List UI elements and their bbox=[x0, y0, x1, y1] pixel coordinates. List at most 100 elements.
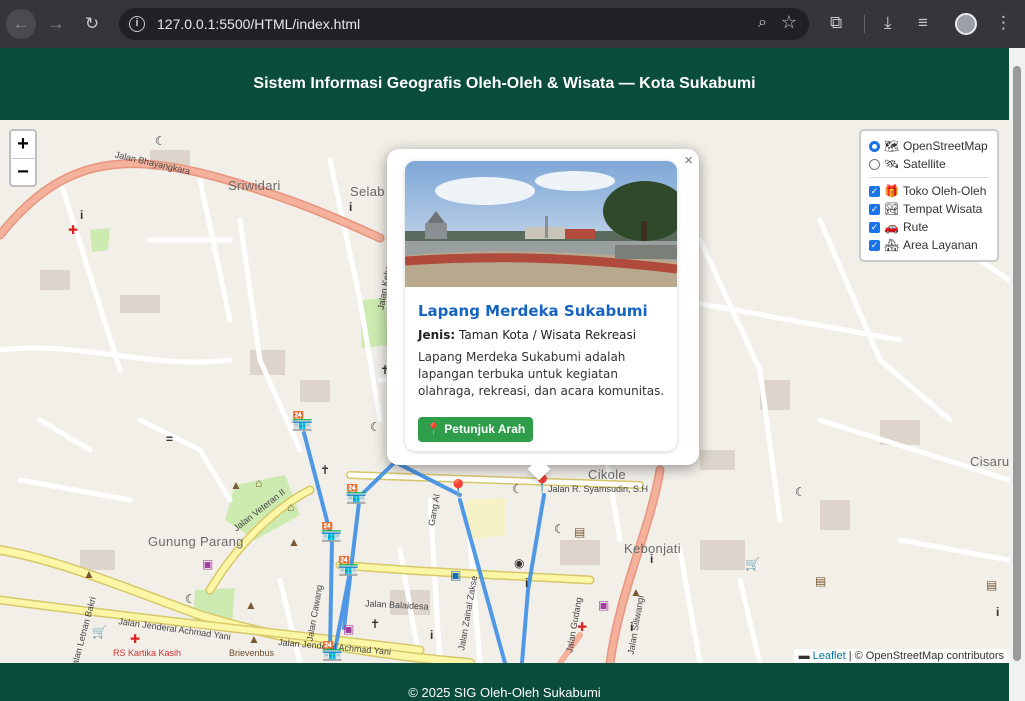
house-icon: 🏘 bbox=[884, 238, 900, 252]
zoom-control: + − bbox=[9, 129, 37, 187]
place-popup: × Lapang Merdeka Sukabumi Jenis: Taman K… bbox=[387, 149, 699, 481]
place-title: Lapang Merdeka Sukabumi bbox=[418, 302, 648, 320]
shop-icon: ▣ bbox=[343, 622, 355, 636]
map-label-selab: Selab bbox=[350, 184, 385, 199]
zoom-out-button[interactable]: − bbox=[11, 158, 35, 185]
map-label-brievenbus: Brievenbus bbox=[229, 648, 275, 658]
hospital-icon: ✚ bbox=[68, 223, 79, 237]
directions-button[interactable]: 📍 Petunjuk Arah bbox=[418, 417, 534, 442]
radio-satellite[interactable] bbox=[869, 158, 880, 170]
overlay-area[interactable]: ✓ 🏘 Area Layanan bbox=[869, 236, 989, 254]
base-layer-satellite[interactable]: 🛰 Satellite bbox=[869, 155, 989, 173]
info-icon: i bbox=[430, 628, 434, 642]
site-info-icon[interactable]: i bbox=[129, 16, 145, 32]
layer-label: Tempat Wisata bbox=[903, 202, 983, 216]
overlay-toko[interactable]: ✓ 🎁 Toko Oleh-Oleh bbox=[869, 182, 989, 200]
monument-icon: ▲ bbox=[245, 598, 257, 612]
osm-attribution: | © OpenStreetMap contributors bbox=[845, 650, 1004, 662]
info-icon: i bbox=[80, 208, 84, 222]
leaflet-link[interactable]: Leaflet bbox=[813, 650, 846, 662]
souvenir-shop-marker[interactable]: 🏪 bbox=[291, 412, 313, 430]
info-icon: i bbox=[650, 552, 654, 566]
overlay-wisata[interactable]: ✓ 🏞 Tempat Wisata bbox=[869, 200, 989, 218]
road-label-syamsudin: Jalan R. Syamsudin, S.H bbox=[548, 484, 649, 494]
checkbox-toko[interactable]: ✓ bbox=[869, 185, 880, 197]
shop-icon: ▣ bbox=[598, 598, 610, 612]
app-header: Sistem Informasi Geografis Oleh-Oleh & W… bbox=[0, 48, 1009, 120]
popup-close-button[interactable]: × bbox=[684, 152, 693, 169]
extensions-icon[interactable]: ⧉ bbox=[830, 13, 842, 33]
place-type: Jenis: Taman Kota / Wisata Rekreasi bbox=[418, 328, 636, 342]
map-label-gunung-parang: Gunung Parang bbox=[148, 534, 244, 549]
mosque-icon: ☾ bbox=[155, 134, 166, 148]
museum-icon: ⌂ bbox=[255, 476, 263, 490]
library-icon: ▤ bbox=[815, 574, 827, 588]
checkbox-rute[interactable]: ✓ bbox=[869, 221, 880, 233]
church-icon: ✝ bbox=[320, 463, 331, 477]
page-title: Sistem Informasi Geografis Oleh-Oleh & W… bbox=[253, 75, 756, 92]
bus-stop-icon: ▣ bbox=[450, 568, 462, 582]
map-icon: 🗺 bbox=[884, 139, 900, 153]
place-photo bbox=[405, 161, 677, 287]
reload-button[interactable]: ↻ bbox=[77, 9, 107, 39]
overlay-rute[interactable]: ✓ 🚗 Rute bbox=[869, 218, 989, 236]
tourism-marker-selected[interactable]: 📍 bbox=[531, 475, 553, 493]
hospital-icon: ✚ bbox=[130, 632, 141, 646]
souvenir-shop-marker[interactable]: 🏪 bbox=[337, 557, 359, 575]
page-scrollbar[interactable] bbox=[1009, 48, 1025, 701]
gift-icon: 🎁 bbox=[884, 184, 899, 198]
page: Sistem Informasi Geografis Oleh-Oleh & W… bbox=[0, 48, 1009, 701]
flag-icon: ▬ bbox=[798, 650, 810, 662]
zoom-in-button[interactable]: + bbox=[11, 131, 35, 158]
menu-icon[interactable]: ⋮ bbox=[995, 13, 1012, 33]
zoom-icon[interactable]: ⌕ bbox=[758, 14, 767, 32]
app-footer: © 2025 SIG Oleh-Oleh Sukabumi bbox=[0, 663, 1009, 701]
base-layer-osm[interactable]: 🗺 OpenStreetMap bbox=[869, 137, 989, 155]
map-label-sriwidari: Sriwidari bbox=[228, 178, 281, 193]
monument-icon: ▲ bbox=[248, 632, 260, 646]
shop-icon: 🛒 bbox=[92, 625, 107, 639]
souvenir-shop-marker[interactable]: 🏪 bbox=[320, 523, 342, 541]
popup-card: Lapang Merdeka Sukabumi Jenis: Taman Kot… bbox=[405, 161, 677, 451]
download-icon[interactable]: ⤓ bbox=[884, 13, 892, 33]
checkbox-area[interactable]: ✓ bbox=[869, 239, 880, 251]
mosque-icon: ☾ bbox=[512, 482, 523, 496]
tourism-marker[interactable]: 📍 bbox=[447, 480, 469, 498]
monument-icon: ▲ bbox=[630, 585, 642, 599]
monument-icon: ▲ bbox=[288, 535, 300, 549]
shop-icon: ▣ bbox=[202, 557, 214, 571]
bookmark-star-icon[interactable]: ☆ bbox=[781, 12, 797, 33]
mosque-icon: ☾ bbox=[795, 485, 806, 499]
media-control-icon[interactable]: ≡ bbox=[918, 13, 928, 33]
place-description: Lapang Merdeka Sukabumi adalah lapangan … bbox=[418, 350, 665, 398]
shop-icon: 🛒 bbox=[745, 557, 760, 571]
hospital-icon: ✚ bbox=[577, 620, 588, 634]
browser-toolbar: ← → ↻ i 127.0.0.1:5500/HTML/index.html ⌕… bbox=[0, 0, 1025, 48]
map-container[interactable]: Sriwidari Selab Gunung Parang Cikole Keb… bbox=[0, 120, 1009, 663]
forward-button[interactable]: → bbox=[41, 9, 71, 39]
address-bar[interactable]: i 127.0.0.1:5500/HTML/index.html ⌕ ☆ bbox=[119, 8, 809, 40]
car-icon: 🚗 bbox=[884, 220, 899, 234]
monument-icon: ▲ bbox=[83, 567, 95, 581]
layer-label: Area Layanan bbox=[903, 238, 978, 252]
info-icon: i bbox=[630, 620, 634, 634]
toolbar-divider bbox=[864, 15, 865, 33]
back-button[interactable]: ← bbox=[6, 9, 36, 39]
souvenir-shop-marker[interactable]: 🏪 bbox=[345, 485, 367, 503]
mosque-icon: ☾ bbox=[185, 592, 196, 606]
viewpoint-icon: ◉ bbox=[514, 556, 525, 570]
layer-divider bbox=[869, 177, 989, 178]
map-label-cikole: Cikole bbox=[588, 467, 626, 482]
library-icon: ▤ bbox=[574, 525, 586, 539]
museum-icon: ⌂ bbox=[287, 500, 295, 514]
layer-label: Satellite bbox=[903, 157, 946, 171]
info-icon: i bbox=[349, 200, 353, 214]
checkbox-wisata[interactable]: ✓ bbox=[869, 203, 880, 215]
profile-avatar[interactable] bbox=[955, 13, 977, 35]
crossing-icon: = bbox=[166, 432, 174, 446]
directions-label: Petunjuk Arah bbox=[444, 422, 526, 436]
footer-text: © 2025 SIG Oleh-Oleh Sukabumi bbox=[408, 685, 601, 700]
souvenir-shop-marker[interactable]: 🏪 bbox=[321, 642, 343, 660]
radio-osm[interactable] bbox=[869, 140, 880, 152]
scrollbar-thumb[interactable] bbox=[1013, 66, 1021, 661]
